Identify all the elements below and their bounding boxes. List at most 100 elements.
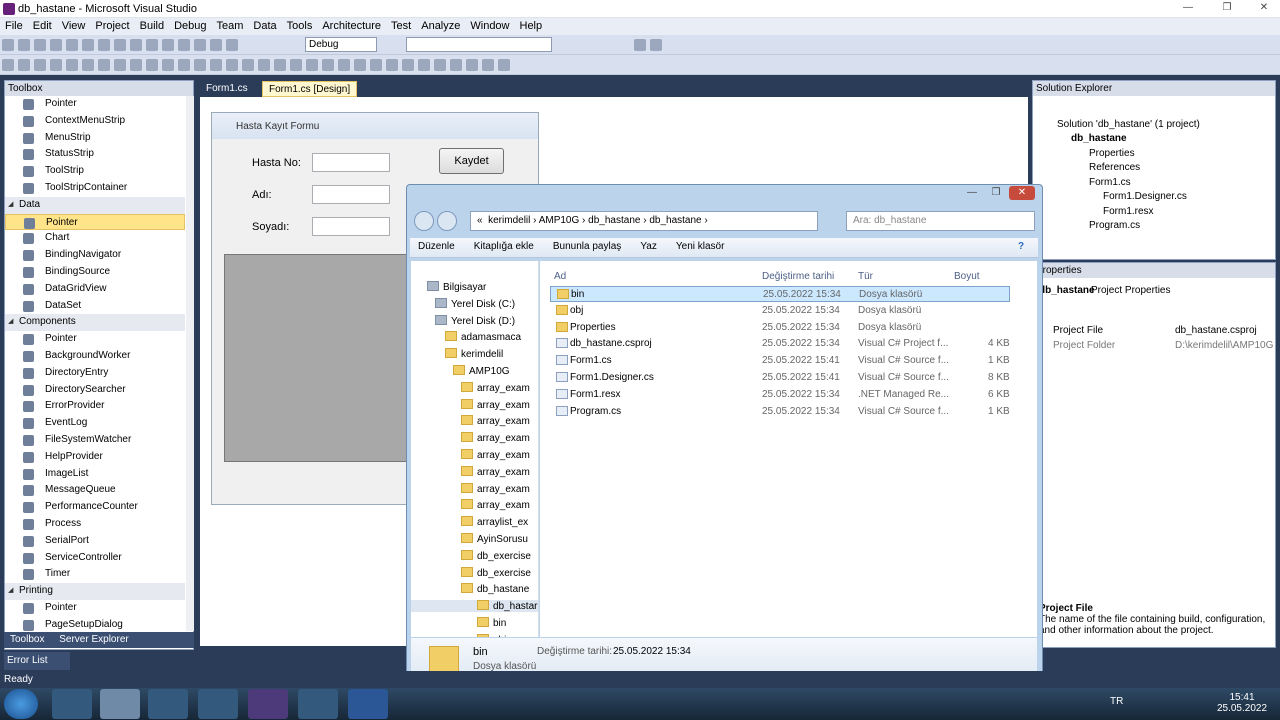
toolbox-item[interactable]: ToolStrip [5,163,185,180]
menu-view[interactable]: View [57,18,91,32]
col-tur[interactable]: Tür [858,271,873,282]
menu-window[interactable]: Window [465,18,514,32]
explorer-minimize-icon[interactable]: — [959,186,985,200]
nav-item[interactable]: array_exam [461,381,530,394]
toolbox-item[interactable]: Pointer [5,213,185,231]
cmd-yeni-klasor[interactable]: Yeni klasör [668,238,733,255]
form1-cs-node[interactable]: Form1.cs [1089,177,1131,188]
form1-resx-node[interactable]: Form1.resx [1103,206,1154,217]
toolbox-item[interactable]: DataGridView [5,281,185,298]
toolbox-category[interactable]: Data [5,196,185,214]
toolbox-item[interactable]: DirectorySearcher [5,382,185,399]
menu-help[interactable]: Help [515,18,548,32]
nav-item[interactable]: array_exam [461,449,530,461]
toolbar-button-icon[interactable] [482,59,494,71]
nav-item[interactable]: db_exercise [461,549,531,562]
help-icon[interactable]: ? [1010,238,1032,255]
menu-tools[interactable]: Tools [282,18,318,32]
menu-test[interactable]: Test [386,18,416,32]
toolbar-button-icon[interactable] [226,39,238,51]
toolbar-button-icon[interactable] [18,59,30,71]
col-boyut[interactable]: Boyut [954,271,980,282]
toolbox-category[interactable]: Components [5,314,185,332]
nav-item[interactable]: AMP10G [453,365,510,377]
error-list-tab[interactable]: Error List [4,652,70,670]
crumb-db-hastane-sub[interactable]: db_hastane [649,215,701,226]
cmd-kitapliga-ekle[interactable]: Kitaplığa ekle [466,238,542,255]
toolbox-item[interactable]: ToolStripContainer [5,180,185,197]
toolbar-button-icon[interactable] [2,59,14,71]
cmd-bununla-paylas[interactable]: Bununla paylaş [545,238,629,255]
nav-item[interactable]: Yerel Disk (C:) [435,297,515,310]
properties-node[interactable]: Properties [1089,148,1135,159]
hasta-no-input[interactable] [312,153,390,172]
toolbox-category[interactable]: Printing [5,583,185,600]
soyadi-input[interactable] [312,217,390,236]
toolbar-button-icon[interactable] [210,59,222,71]
toolbar-button-icon[interactable] [130,39,142,51]
media-player-icon[interactable] [148,689,188,719]
toolbar-button-icon[interactable] [194,39,206,51]
prop-value-project-folder[interactable]: D:\kerimdelil\AMP10G [1175,340,1273,351]
col-tarih[interactable]: Değiştirme tarihi [762,271,834,282]
cmd-duzenle[interactable]: Düzenle [410,238,463,255]
toolbar-button-icon[interactable] [274,59,286,71]
menu-analyze[interactable]: Analyze [416,18,465,32]
file-row[interactable]: Form1.Designer.cs 25.05.2022 15:41 Visual … [550,370,1010,386]
toolbox-item[interactable]: SerialPort [5,533,185,550]
firefox-icon[interactable] [298,689,338,719]
close-icon[interactable]: ✕ [1251,1,1277,15]
crumb-db-hastane[interactable]: db_hastane [588,215,640,226]
solution-config-dropdown[interactable]: Debug [305,37,377,52]
find-combo[interactable] [406,37,552,52]
toolbox-item[interactable]: ImageList [5,466,185,483]
toolbar-button-icon[interactable] [18,39,30,51]
explorer-maximize-icon[interactable]: ❐ [983,186,1009,200]
toolbar-button-icon[interactable] [402,59,414,71]
menu-data[interactable]: Data [248,18,281,32]
toolbox-scrollbar[interactable] [186,96,194,631]
toolbox-item[interactable]: Timer [5,566,185,583]
nav-item[interactable]: obj [477,633,506,637]
nav-item[interactable]: adamasmaca [445,331,521,343]
toolbar-button-icon[interactable] [50,39,62,51]
nav-item[interactable]: array_exam [461,415,530,427]
internet-explorer-icon[interactable] [52,689,92,719]
col-ad[interactable]: Ad [554,271,566,282]
toolbar-button-icon[interactable] [450,59,462,71]
menu-edit[interactable]: Edit [28,18,57,32]
menu-debug[interactable]: Debug [169,18,211,32]
kaydet-button[interactable]: Kaydet [439,148,504,174]
toolbox-item[interactable]: PageSetupDialog [5,617,185,631]
nav-item[interactable]: kerimdelil [445,348,503,360]
tab-server-explorer[interactable]: Server Explorer [53,632,134,647]
file-row[interactable]: obj 25.05.2022 15:34 Dosya klasörü [550,303,1010,319]
properties-object-type[interactable]: Project Properties [1091,285,1170,296]
solution-node[interactable]: Solution 'db_hastane' (1 project) [1057,119,1200,130]
toolbar-button-icon[interactable] [322,59,334,71]
toolbar-button-icon[interactable] [66,39,78,51]
menu-build[interactable]: Build [135,18,169,32]
file-row[interactable]: db_hastane.csproj 25.05.2022 15:34 Visual … [550,336,1010,352]
file-row[interactable]: Program.cs 25.05.2022 15:34 Visual C# Sour… [550,404,1010,420]
toolbar-button-icon[interactable] [258,59,270,71]
toolbox-item[interactable]: ServiceController [5,550,185,567]
tab-form1-design[interactable]: Form1.cs [Design] [262,81,358,97]
nav-item[interactable]: db_hastane [461,583,529,595]
toolbar-button-icon[interactable] [306,59,318,71]
toolbar-button-icon[interactable] [178,59,190,71]
toolbar-button-icon[interactable] [130,59,142,71]
toolbar-button-icon[interactable] [434,59,446,71]
toolbar-button-icon[interactable] [146,39,158,51]
nav-item[interactable]: AyinSorusu [461,533,528,545]
toolbar-button-icon[interactable] [98,59,110,71]
nav-item[interactable]: arraylist_ex [461,516,528,528]
clock[interactable]: 15:41 25.05.2022 [1212,692,1272,714]
menu-project[interactable]: Project [90,18,134,32]
nav-item[interactable]: array_exam [461,465,530,478]
toolbar-button-icon[interactable] [34,59,46,71]
restore-icon[interactable]: ❐ [1214,1,1240,15]
adi-input[interactable] [312,185,390,204]
toolbox-item[interactable]: StatusStrip [5,146,185,163]
toolbox-item[interactable]: Pointer [5,331,185,348]
